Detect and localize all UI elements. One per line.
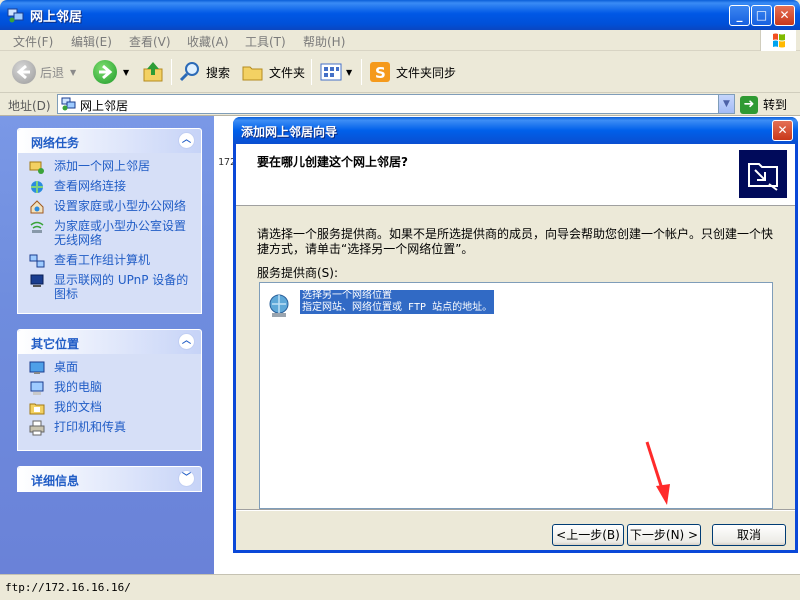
printers-icon	[29, 420, 45, 436]
back-label: 后退	[40, 65, 65, 80]
dialog-title: 添加网上邻居向导	[241, 125, 338, 139]
other-places-title: 其它位置	[31, 337, 80, 351]
address-input[interactable]: 网上邻居 ▼	[57, 94, 735, 114]
window-titlebar[interactable]: 网上邻居 _ □ ✕	[0, 0, 800, 30]
details-header[interactable]: 详细信息 ﹀	[18, 467, 201, 491]
menu-file[interactable]: 文件(F)	[13, 33, 53, 50]
close-button[interactable]: ✕	[774, 5, 795, 26]
add-network-place-icon	[29, 161, 44, 174]
search-button[interactable]: 搜索	[178, 59, 230, 85]
views-icon	[320, 63, 342, 81]
cancel-button[interactable]: 取消	[712, 524, 786, 546]
task-pane: 网络任务 ︿ 添加一个网上邻居 查看网络连接 设置家庭或小型办公网络 为家庭或小…	[0, 116, 214, 574]
upnp-devices-icon	[30, 274, 44, 287]
go-button[interactable]: ➜ 转到	[740, 95, 787, 114]
provider-listbox[interactable]: 选择另一个网络位置 指定网站、网络位置或 FTP 站点的地址。	[259, 282, 773, 509]
go-label: 转到	[763, 98, 788, 112]
expand-chevron-icon[interactable]: ﹀	[178, 470, 195, 487]
menu-help[interactable]: 帮助(H)	[303, 33, 345, 50]
next-button[interactable]: 下一步(N) >	[627, 524, 701, 546]
folder-sync-icon: S	[370, 62, 390, 82]
dialog-divider	[236, 509, 795, 511]
network-tasks-panel: 网络任务 ︿ 添加一个网上邻居 查看网络连接 设置家庭或小型办公网络 为家庭或小…	[17, 128, 202, 314]
home-network-icon	[30, 200, 44, 214]
views-button[interactable]: ▼	[319, 59, 352, 85]
menu-edit[interactable]: 编辑(E)	[71, 33, 112, 50]
search-label: 搜索	[206, 65, 231, 80]
up-folder-button[interactable]	[141, 59, 165, 85]
back-button[interactable]: 后退 ▼	[12, 59, 76, 85]
windows-logo-icon	[760, 30, 796, 51]
other-places-header[interactable]: 其它位置 ︿	[18, 330, 201, 354]
folder-sync-label: 文件夹同步	[396, 65, 457, 80]
task-show-upnp-devices[interactable]: 显示联网的 UPnP 设备的图标	[18, 273, 201, 301]
menu-bar: 文件(F) 编辑(E) 查看(V) 收藏(A) 工具(T) 帮助(H)	[0, 30, 800, 51]
toolbar: 后退 ▼ ▼ 搜索 文件夹 ▼ S 文件夹同步	[0, 51, 800, 93]
my-computer-icon	[30, 381, 44, 395]
forward-button[interactable]: ▼	[93, 59, 129, 85]
list-item-title: 选择另一个网络位置	[302, 290, 392, 301]
dialog-body: 要在哪儿创建这个网上邻居? 请选择一个服务提供商。如果不是所选提供商的成员，向导…	[236, 144, 795, 550]
forward-dropdown-icon[interactable]: ▼	[123, 68, 129, 77]
wizard-folder-icon	[739, 150, 787, 198]
dialog-close-button[interactable]: ✕	[772, 120, 793, 141]
folder-sync-button[interactable]: S 文件夹同步	[368, 59, 456, 85]
network-tasks-title: 网络任务	[31, 136, 80, 150]
maximize-button[interactable]: □	[751, 5, 772, 26]
back-dropdown-icon[interactable]: ▼	[70, 68, 76, 77]
task-view-network-connections[interactable]: 查看网络连接	[18, 179, 201, 193]
menu-tools[interactable]: 工具(T)	[245, 33, 286, 50]
task-add-network-place[interactable]: 添加一个网上邻居	[18, 159, 201, 174]
task-view-workgroup-computers[interactable]: 查看工作组计算机	[18, 253, 201, 268]
back-arrow-icon	[12, 60, 36, 84]
views-dropdown-icon[interactable]: ▼	[346, 68, 352, 77]
status-text: ftp://172.16.16.16/	[5, 581, 131, 594]
add-network-place-wizard: 添加网上邻居向导 ✕ 要在哪儿创建这个网上邻居? 请选择一个服务提供商。如果不是…	[233, 117, 798, 553]
address-bar: 地址(D) 网上邻居 ▼ ➜ 转到	[0, 93, 800, 116]
dialog-titlebar[interactable]: 添加网上邻居向导 ✕	[233, 117, 798, 144]
place-my-documents[interactable]: 我的文档	[18, 400, 201, 415]
svg-text:S: S	[375, 64, 386, 82]
workgroup-computers-icon	[29, 254, 45, 268]
go-arrow-icon: ➜	[740, 95, 758, 114]
network-connections-icon	[31, 181, 43, 193]
details-title: 详细信息	[31, 474, 80, 488]
provider-list-label: 服务提供商(S):	[257, 266, 339, 280]
address-label: 地址(D)	[8, 99, 51, 113]
place-my-computer[interactable]: 我的电脑	[18, 380, 201, 395]
other-places-panel: 其它位置 ︿ 桌面 我的电脑 我的文档 打印机和传真	[17, 329, 202, 451]
list-item-description: 指定网站、网络位置或 FTP 站点的地址。	[302, 302, 493, 313]
wireless-network-icon	[30, 221, 44, 233]
my-documents-icon	[29, 403, 45, 415]
folders-button[interactable]: 文件夹	[241, 59, 305, 85]
place-printers-faxes[interactable]: 打印机和传真	[18, 420, 201, 436]
back-button[interactable]: <上一步(B)	[552, 524, 624, 546]
place-desktop[interactable]: 桌面	[18, 360, 201, 374]
search-icon	[179, 62, 199, 82]
window-title: 网上邻居	[30, 10, 83, 25]
forward-arrow-icon	[93, 60, 117, 84]
menu-view[interactable]: 查看(V)	[129, 33, 171, 50]
task-setup-wireless-network[interactable]: 为家庭或小型办公室设置无线网络	[18, 219, 201, 247]
task-setup-home-network[interactable]: 设置家庭或小型办公网络	[18, 199, 201, 214]
dialog-heading: 要在哪儿创建这个网上邻居?	[257, 155, 408, 169]
menu-favorites[interactable]: 收藏(A)	[187, 33, 229, 50]
dialog-intro-text: 请选择一个服务提供商。如果不是所选提供商的成员，向导会帮助您创建一个帐户。只创建…	[257, 227, 774, 256]
collapse-chevron-icon[interactable]: ︿	[178, 333, 195, 350]
dialog-header: 要在哪儿创建这个网上邻居?	[236, 144, 795, 206]
up-folder-icon	[143, 62, 163, 82]
collapse-chevron-icon[interactable]: ︿	[178, 132, 195, 149]
network-location-icon	[269, 294, 289, 317]
details-panel: 详细信息 ﹀	[17, 466, 202, 492]
desktop-icon	[29, 361, 45, 374]
folders-label: 文件夹	[269, 65, 306, 80]
status-bar: ftp://172.16.16.16/	[0, 574, 800, 600]
network-tasks-header[interactable]: 网络任务 ︿	[18, 129, 201, 153]
minimize-button[interactable]: _	[729, 5, 750, 26]
address-dropdown-icon[interactable]: ▼	[718, 95, 734, 113]
address-value: 网上邻居	[80, 99, 129, 113]
folders-icon	[242, 66, 263, 81]
network-places-icon	[61, 97, 76, 111]
network-places-icon	[7, 8, 24, 23]
